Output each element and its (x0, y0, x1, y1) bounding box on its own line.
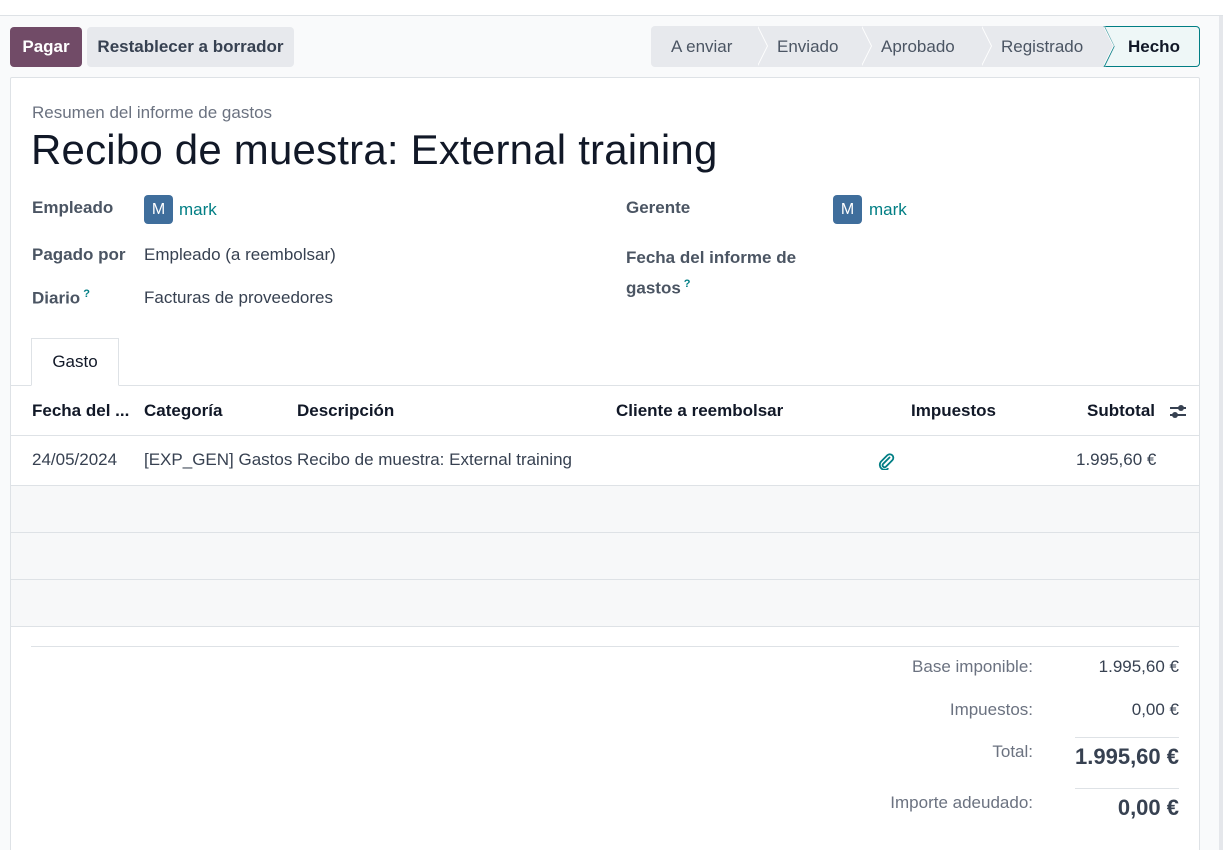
tab-divider (11, 385, 1199, 386)
paid-by-value[interactable]: Empleado (a reembolsar) (144, 245, 336, 265)
cell-date: 24/05/2024 (32, 450, 118, 469)
avatar[interactable]: M (144, 195, 173, 224)
stage-posted[interactable]: Registrado (981, 26, 1114, 67)
pay-button[interactable]: Pagar (10, 27, 82, 67)
empty-row (11, 580, 1199, 626)
journal-value[interactable]: Facturas de proveedores (144, 288, 333, 308)
total-label: Total: (992, 742, 1033, 761)
total-divider (1075, 737, 1179, 738)
empty-row (11, 486, 1199, 532)
manager-label: Gerente (626, 198, 691, 217)
stage-label: Enviado (777, 36, 839, 56)
cell-subtotal: 1.995,60 € (1076, 450, 1157, 469)
amount-due-label: Importe adeudado: (890, 793, 1033, 812)
stage-to-submit[interactable]: A enviar (651, 26, 768, 67)
stage-label: A enviar (671, 36, 733, 56)
page-title: Recibo de muestra: External training (31, 126, 718, 173)
tab-label: Gasto (52, 352, 98, 371)
employee-link[interactable]: mark (179, 200, 217, 220)
report-date-label: Fecha del informe de gastos? (626, 245, 796, 302)
report-date-label-line1: Fecha del informe de (626, 248, 797, 267)
report-date-label-text: gastos (626, 278, 681, 298)
stage-submitted[interactable]: Enviado (757, 26, 872, 67)
cell-description: Recibo de muestra: External training (297, 450, 572, 469)
report-date-label-line2: gastos? (626, 271, 796, 302)
totals-divider (31, 646, 1179, 647)
manager-link[interactable]: mark (869, 200, 907, 220)
amount-due-value: 0,00 € (1117, 795, 1179, 820)
avatar[interactable]: M (833, 195, 862, 224)
scrollbar[interactable] (1219, 16, 1223, 850)
taxes-label: Impuestos: (949, 700, 1033, 719)
cell-category: [EXP_GEN] Gastos (144, 450, 293, 469)
empty-row (11, 533, 1199, 579)
status-bar: A enviar Enviado Aprobado Registrado Hec… (651, 26, 1200, 67)
form-subtitle: Resumen del informe de gastos (32, 103, 273, 122)
journal-label: Diario? (32, 288, 90, 309)
top-navbar-edge (0, 0, 1223, 16)
stage-approved[interactable]: Aprobado (861, 26, 992, 67)
paperclip-icon[interactable] (877, 452, 895, 470)
column-header-category[interactable]: Categoría (144, 401, 222, 421)
base-label: Base imponible: (912, 657, 1033, 676)
row-divider (11, 626, 1199, 627)
stage-label: Registrado (1001, 36, 1084, 56)
employee-label: Empleado (32, 198, 114, 217)
taxes-value: 0,00 € (1131, 700, 1179, 719)
due-divider (1075, 788, 1179, 789)
table-header-divider (11, 435, 1199, 436)
column-header-taxes[interactable]: Impuestos (911, 401, 996, 421)
stage-done[interactable]: Hecho (1103, 26, 1200, 67)
stage-label: Aprobado (881, 36, 955, 56)
column-header-subtotal[interactable]: Subtotal (1087, 401, 1155, 421)
reset-to-draft-button[interactable]: Restablecer a borrador (87, 27, 294, 67)
help-icon[interactable]: ? (684, 278, 691, 290)
paid-by-label: Pagado por (32, 245, 126, 264)
stage-label: Hecho (1128, 36, 1180, 56)
form-sheet: Resumen del informe de gastos Recibo de … (10, 77, 1200, 850)
column-header-customer[interactable]: Cliente a reembolsar (616, 401, 783, 421)
base-value: 1.995,60 € (1098, 657, 1179, 676)
tab-expense[interactable]: Gasto (31, 338, 119, 386)
help-icon[interactable]: ? (83, 288, 90, 300)
total-value: 1.995,60 € (1075, 744, 1179, 769)
column-header-description[interactable]: Descripción (297, 401, 394, 421)
column-header-date[interactable]: Fecha del ... (32, 401, 129, 421)
journal-label-text: Diario (32, 288, 81, 308)
sliders-icon[interactable] (1168, 401, 1188, 421)
